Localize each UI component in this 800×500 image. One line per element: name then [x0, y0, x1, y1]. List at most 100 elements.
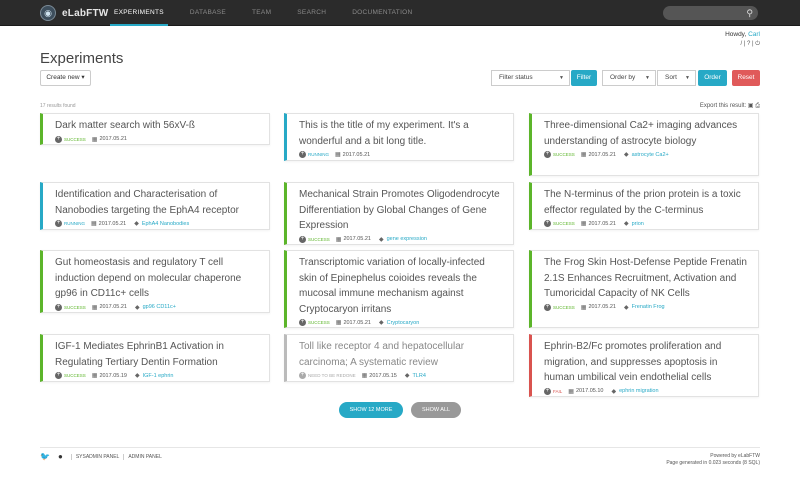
experiment-meta: + NEED TO BE REDONE ▦ 2017.05.15 ◆ TLR4 [299, 372, 503, 379]
search-input[interactable]: ⚲ [663, 6, 758, 20]
plus-circle-icon: + [55, 303, 62, 311]
admin-panel-link[interactable]: ADMIN PANEL [123, 453, 166, 460]
experiment-meta: + RUNNING ▦ 2017.05.21 [299, 151, 503, 158]
sort-select[interactable]: Sort ▼ [657, 70, 696, 86]
search-icon[interactable]: ⚲ [746, 7, 753, 19]
calendar-icon: ▦ [335, 236, 342, 243]
status-badge: SUCCESS [64, 373, 86, 378]
experiment-meta: + SUCCESS ▦ 2017.05.21 [55, 135, 259, 143]
experiment-title[interactable]: The Frog Skin Host-Defense Peptide Frena… [544, 255, 748, 302]
experiment-card[interactable]: Gut homeostasis and regulatory T cell in… [40, 250, 270, 313]
plus-circle-icon: + [55, 372, 62, 379]
experiment-title[interactable]: Dark matter search with 56xV-ß [55, 118, 259, 134]
filter-status-label: Filter status [499, 74, 533, 81]
export-label: Export this result: [699, 103, 747, 109]
experiment-date: 2017.05.21 [588, 304, 616, 310]
nav-experiments[interactable]: EXPERIMENTS [110, 0, 168, 26]
tag-icon: ◆ [623, 221, 629, 227]
experiment-card[interactable]: Ephrin-B2/Fc promotes proliferation and … [529, 334, 759, 397]
experiment-card[interactable]: Dark matter search with 56xV-ß + SUCCESS… [40, 113, 270, 145]
experiment-meta: + FAIL ▦ 2017.05.10 ◆ ephrin migration [544, 387, 748, 395]
reset-button[interactable]: Reset [732, 70, 760, 86]
experiment-card[interactable]: Transcriptomic variation of locally-infe… [284, 250, 514, 328]
plus-circle-icon: + [299, 319, 306, 326]
experiment-tag[interactable]: prion [632, 221, 644, 227]
calendar-icon: ▦ [568, 388, 574, 395]
experiment-date: 2017.05.21 [588, 151, 616, 158]
experiment-tag[interactable]: EphA4 Nanobodies [142, 221, 189, 227]
experiment-card[interactable]: The N-terminus of the prion protein is a… [529, 182, 759, 230]
experiment-meta: + SUCCESS ▦ 2017.05.19 ◆ IGF-1 ephrin [55, 372, 259, 379]
experiment-card[interactable]: Toll like receptor 4 and hepatocellular … [284, 334, 514, 382]
twitter-icon[interactable]: 🐦 [40, 452, 50, 461]
nav-documentation[interactable]: DOCUMENTATION [348, 0, 416, 26]
experiment-date: 2017.05.19 [99, 372, 127, 379]
user-name-link[interactable]: Carl [748, 31, 760, 38]
experiment-tag[interactable]: IGF-1 ephrin [143, 373, 174, 379]
experiment-meta: + SUCCESS ▦ 2017.05.21 ◆ Cryptocaryon [299, 319, 503, 326]
experiment-date: 2017.05.21 [98, 220, 127, 227]
experiment-title[interactable]: Transcriptomic variation of locally-infe… [299, 255, 503, 317]
status-badge: FAIL [553, 388, 563, 394]
nav-search[interactable]: SEARCH [293, 0, 330, 26]
calendar-icon: ▦ [361, 373, 368, 379]
tag-icon: ◆ [611, 388, 617, 395]
experiment-card[interactable]: The Frog Skin Host-Defense Peptide Frena… [529, 250, 759, 328]
experiment-date: 2017.05.21 [99, 304, 127, 310]
experiment-title[interactable]: Gut homeostasis and regulatory T cell in… [55, 255, 259, 302]
experiment-title[interactable]: Mechanical Strain Promotes Oligodendrocy… [299, 187, 503, 234]
experiment-title[interactable]: IGF-1 Mediates EphrinB1 Activation in Re… [55, 339, 259, 370]
tag-icon: ◆ [623, 304, 629, 311]
filter-status-select[interactable]: Filter status ▼ [491, 70, 570, 86]
create-new-button[interactable]: Create new ▾ [40, 70, 91, 86]
print-icon[interactable]: ⎙ [755, 103, 760, 109]
experiment-card[interactable]: Mechanical Strain Promotes Oligodendrocy… [284, 182, 514, 245]
experiment-tag[interactable]: Cryptocaryon [387, 320, 420, 326]
tag-icon: ◆ [404, 373, 410, 379]
experiment-tag[interactable]: astrocyte Ca2+ [632, 152, 669, 158]
show-all-button[interactable]: SHOW ALL [411, 402, 461, 418]
calendar-icon: ▦ [335, 152, 341, 158]
experiment-card[interactable]: IGF-1 Mediates EphrinB1 Activation in Re… [40, 334, 270, 382]
logo-icon: ◉ [40, 5, 56, 21]
experiment-tag[interactable]: TLR4 [412, 373, 425, 379]
experiment-title[interactable]: Toll like receptor 4 and hepatocellular … [299, 339, 503, 370]
order-button[interactable]: Order [698, 70, 727, 86]
experiment-meta: + SUCCESS ▦ 2017.05.21 ◆ astrocyte Ca2+ [544, 151, 748, 158]
experiment-title[interactable]: Identification and Characterisation of N… [55, 187, 259, 218]
github-icon[interactable]: ● [58, 452, 63, 461]
experiment-card[interactable]: Identification and Characterisation of N… [40, 182, 270, 230]
plus-circle-icon: + [544, 303, 551, 311]
plus-circle-icon: + [299, 151, 306, 158]
status-badge: RUNNING [308, 152, 329, 157]
show-more-button[interactable]: SHOW 12 MORE [339, 402, 403, 418]
experiment-title[interactable]: Three-dimensional Ca2+ imaging advances … [544, 118, 748, 149]
status-badge: NEED TO BE REDONE [308, 373, 356, 378]
chevron-down-icon: ▼ [685, 75, 690, 81]
experiment-tag[interactable]: Frenatin Frog [632, 304, 665, 310]
experiment-tag[interactable]: gp96 CD11c+ [143, 304, 176, 310]
experiment-title[interactable]: This is the title of my experiment. It's… [299, 118, 503, 149]
experiment-tag[interactable]: gene expression [387, 236, 427, 242]
nav-team[interactable]: TEAM [248, 0, 275, 26]
footer-links: 🐦 ● SYSADMIN PANEL ADMIN PANEL [40, 452, 166, 461]
status-badge: SUCCESS [64, 136, 86, 142]
sysadmin-panel-link[interactable]: SYSADMIN PANEL [70, 453, 124, 460]
user-links[interactable]: / | ? | ⏻ [725, 41, 760, 48]
experiment-title[interactable]: The N-terminus of the prion protein is a… [544, 187, 748, 218]
nav-database[interactable]: DATABASE [186, 0, 230, 26]
zip-icon[interactable]: ▣ [748, 103, 754, 109]
experiment-card[interactable]: This is the title of my experiment. It's… [284, 113, 514, 161]
experiment-title[interactable]: Ephrin-B2/Fc promotes proliferation and … [544, 339, 748, 386]
calendar-icon: ▦ [91, 304, 98, 311]
tag-icon: ◆ [134, 373, 140, 379]
chevron-down-icon: ▼ [645, 75, 650, 81]
experiment-tag[interactable]: ephrin migration [619, 388, 658, 394]
top-navbar: ◉ eLabFTW EXPERIMENTS DATABASE TEAM SEAR… [0, 0, 800, 26]
plus-circle-icon: + [299, 235, 306, 243]
experiment-card[interactable]: Three-dimensional Ca2+ imaging advances … [529, 113, 759, 176]
order-by-select[interactable]: Order by ▼ [602, 70, 656, 86]
app-logo[interactable]: ◉ eLabFTW [40, 4, 108, 22]
filter-button[interactable]: Filter [571, 70, 597, 86]
calendar-icon: ▦ [580, 152, 587, 158]
